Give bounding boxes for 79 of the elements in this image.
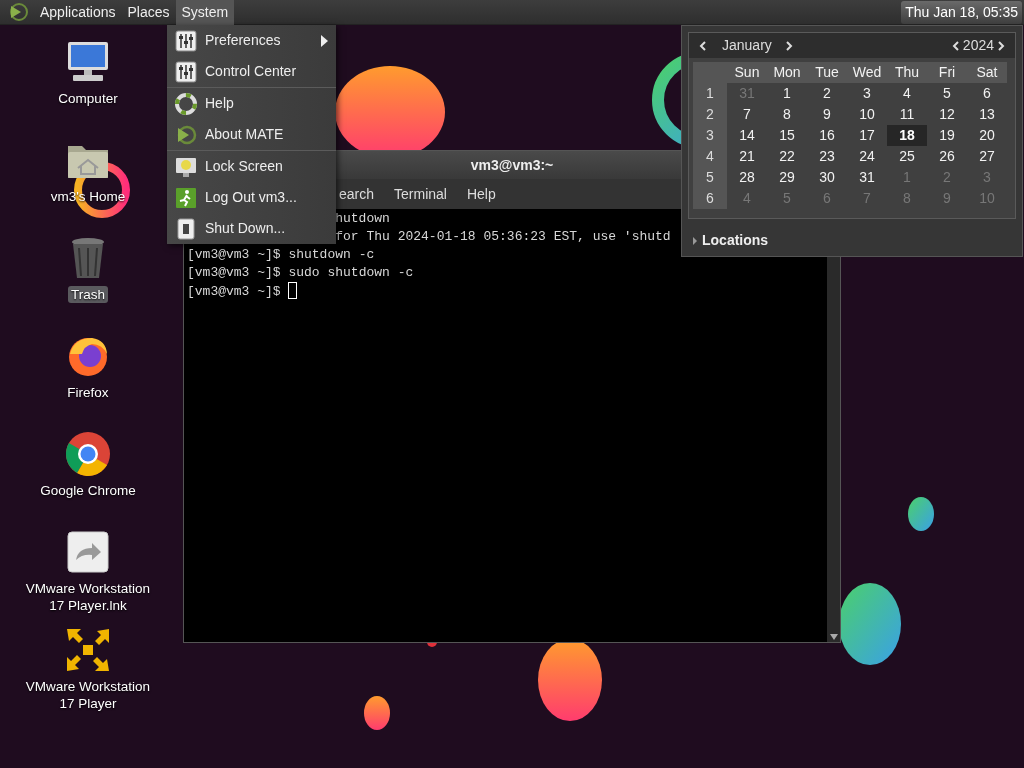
icon-label[interactable]: VMware Workstation 17 Player — [21, 678, 155, 712]
calendar-day[interactable]: 4 — [887, 83, 927, 104]
weekday-header: Fri — [927, 62, 967, 83]
panel-menu[interactable]: Applications — [34, 0, 122, 25]
calendar-day[interactable]: 31 — [847, 167, 887, 188]
icon-label[interactable]: Trash — [68, 286, 108, 303]
weekday-header: Wed — [847, 62, 887, 83]
calendar-day[interactable]: 6 — [967, 83, 1007, 104]
menu-item[interactable]: Log Out vm3... — [167, 182, 336, 213]
locations-expander[interactable]: Locations — [688, 229, 775, 252]
power-switch-icon — [175, 217, 197, 240]
vmware-icon[interactable] — [64, 626, 112, 674]
week-number: 5 — [693, 167, 727, 188]
calendar-day[interactable]: 9 — [807, 104, 847, 125]
calendar-day[interactable]: 20 — [967, 125, 1007, 146]
sliders-icon — [175, 29, 197, 52]
icon-label[interactable]: Computer — [55, 90, 121, 107]
calendar-day[interactable]: 7 — [727, 104, 767, 125]
menu-item[interactable]: earch — [339, 183, 375, 205]
calendar-day[interactable]: 17 — [847, 125, 887, 146]
menu-item[interactable]: Shut Down... — [167, 213, 336, 244]
weekday-header: Thu — [887, 62, 927, 83]
menu-item[interactable]: Terminal — [394, 183, 447, 205]
calendar-day[interactable]: 5 — [927, 83, 967, 104]
calendar-day[interactable]: 10 — [847, 104, 887, 125]
terminal-line: [vm3@vm3 ~]$ sudo shutdown -c — [187, 265, 414, 280]
calendar-day[interactable]: 19 — [927, 125, 967, 146]
icon-label[interactable]: Firefox — [64, 384, 112, 401]
exit-icon — [175, 186, 197, 209]
menu-item[interactable]: About MATE — [167, 119, 336, 150]
calendar-day[interactable]: 15 — [767, 125, 807, 146]
menu-item[interactable]: Help — [466, 183, 496, 205]
month-label: January — [722, 36, 772, 55]
lifebuoy-icon — [175, 92, 197, 115]
calendar-day[interactable]: 8 — [767, 104, 807, 125]
year-label: 2024 — [962, 36, 994, 55]
calendar-day[interactable]: 14 — [727, 125, 767, 146]
expander-arrow-icon — [692, 236, 698, 245]
calendar-day[interactable]: 2 — [807, 83, 847, 104]
calendar-day[interactable]: 27 — [967, 146, 1007, 167]
calendar-day[interactable]: 26 — [927, 146, 967, 167]
monitor-lock-icon — [175, 155, 197, 178]
calendar-day[interactable]: 24 — [847, 146, 887, 167]
panel-menu[interactable]: Places — [121, 0, 176, 25]
mate-logo-icon — [175, 123, 197, 146]
scroll-down-arrow-icon[interactable] — [829, 634, 838, 640]
week-number: 2 — [693, 104, 727, 125]
calendar-day[interactable]: 16 — [807, 125, 847, 146]
calendar-day[interactable]: 11 — [887, 104, 927, 125]
text-cursor — [288, 282, 298, 299]
weekday-header: Mon — [767, 62, 807, 83]
weekday-header: Sun — [727, 62, 767, 83]
calendar-day[interactable]: 25 — [887, 146, 927, 167]
chrome-icon[interactable] — [64, 430, 112, 478]
terminal-line: for Thu 2024-01-18 05:36:23 EST, use 'shutd — [335, 229, 671, 244]
weekday-header: Sat — [967, 62, 1007, 83]
week-number: 6 — [693, 188, 727, 209]
week-number: 1 — [693, 83, 727, 104]
icon-label[interactable]: Google Chrome — [37, 482, 139, 499]
shortcut-icon[interactable] — [64, 528, 112, 576]
week-number: 3 — [693, 125, 727, 146]
terminal-line: hutdown — [335, 211, 390, 226]
week-number: 4 — [693, 146, 727, 167]
menu-item[interactable]: Preferences — [167, 25, 336, 56]
calendar-day[interactable]: 13 — [967, 104, 1007, 125]
calendar-day[interactable]: 1 — [767, 83, 807, 104]
submenu-arrow-icon — [321, 34, 328, 47]
calendar-day[interactable]: 18 — [887, 125, 927, 146]
clock[interactable]: Thu Jan 18, 05:35 — [901, 1, 1022, 24]
panel-menu[interactable]: System — [175, 0, 235, 25]
menu-item[interactable]: Control Center — [167, 56, 336, 87]
weekday-header: Tue — [807, 62, 847, 83]
calendar-day[interactable]: 3 — [847, 83, 887, 104]
terminal-line: [vm3@vm3 ~]$ — [187, 284, 282, 299]
menu-item[interactable]: Help — [167, 88, 336, 119]
calendar-day[interactable]: 12 — [927, 104, 967, 125]
icon-label[interactable]: VMware Workstation 17 Player.lnk — [21, 580, 155, 614]
sliders-icon — [175, 60, 197, 83]
terminal-line: [vm3@vm3 ~]$ shutdown -c — [187, 247, 375, 262]
